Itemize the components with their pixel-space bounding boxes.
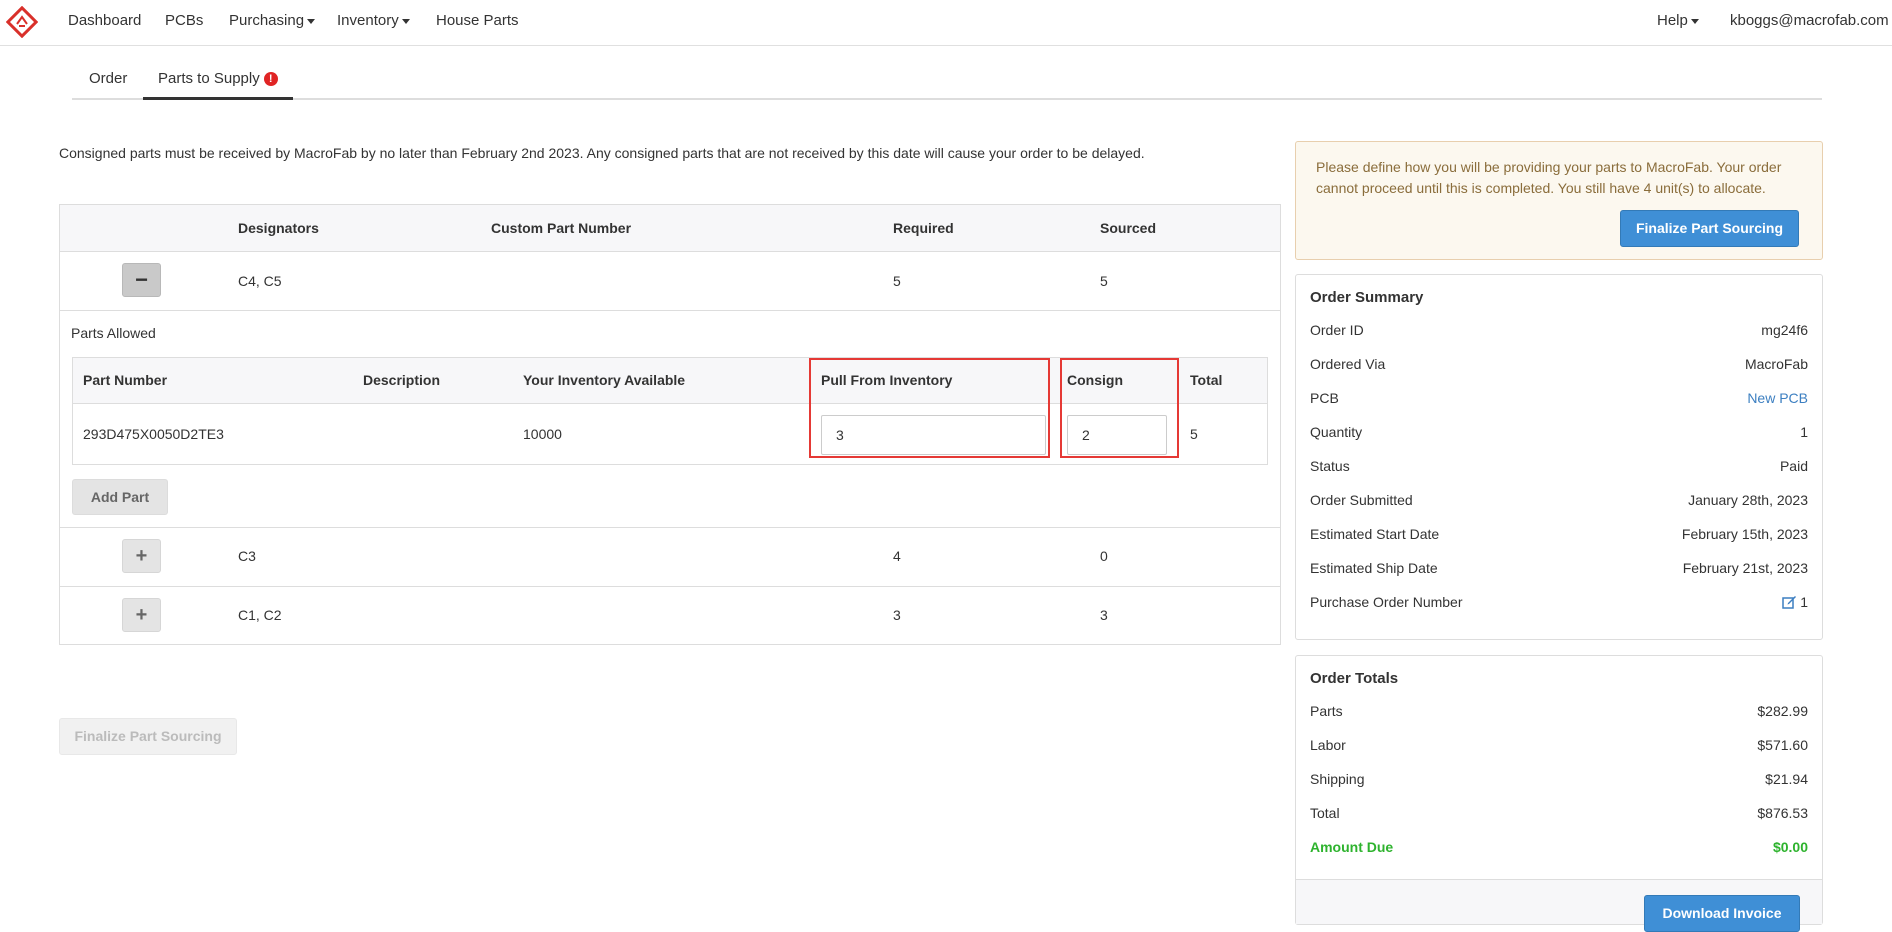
summary-key: Purchase Order Number [1310, 594, 1463, 610]
tab-parts-to-supply[interactable]: Parts to Supply! [143, 58, 293, 100]
quantity-value: 1 [1800, 424, 1808, 440]
expand-row-button[interactable]: + [122, 598, 161, 632]
row-sourced: 5 [1100, 273, 1108, 289]
plus-icon: + [136, 545, 148, 567]
row-required: 4 [893, 548, 901, 564]
po-number-value: 1 [1782, 594, 1808, 610]
nav-pcbs[interactable]: PCBs [165, 12, 203, 29]
order-summary-panel: Order Summary Order ID mg24f6 Ordered Vi… [1295, 274, 1823, 640]
order-summary-title: Order Summary [1310, 289, 1423, 306]
summary-key: Ordered Via [1310, 356, 1385, 372]
pcb-link[interactable]: New PCB [1747, 390, 1808, 406]
header-custom-part-number: Custom Part Number [491, 220, 631, 236]
row-required: 5 [893, 273, 901, 289]
row-designators: C4, C5 [238, 273, 282, 289]
totals-key: Parts [1310, 703, 1343, 719]
amount-due-value: $0.00 [1773, 839, 1808, 855]
order-submitted-value: January 28th, 2023 [1688, 492, 1808, 508]
download-invoice-button[interactable]: Download Invoice [1644, 895, 1800, 932]
row-sourced: 3 [1100, 607, 1108, 623]
finalize-part-sourcing-button[interactable]: Finalize Part Sourcing [1620, 210, 1799, 247]
row-sourced: 0 [1100, 548, 1108, 564]
amount-due-label: Amount Due [1310, 839, 1393, 855]
header-required: Required [893, 220, 954, 236]
order-totals-footer: Download Invoice [1296, 879, 1822, 924]
nav-purchasing-label: Purchasing [229, 12, 304, 29]
nav-user-label: kboggs@macrofab.com [1730, 12, 1889, 29]
collapse-row-button[interactable]: − [122, 263, 161, 297]
nav-help[interactable]: Help [1657, 12, 1699, 29]
tab-parts-to-supply-label: Parts to Supply [158, 70, 260, 87]
summary-key: Estimated Start Date [1310, 526, 1439, 542]
nav-dashboard[interactable]: Dashboard [68, 12, 141, 29]
inventory-available: 10000 [523, 426, 562, 442]
po-number-text: 1 [1800, 594, 1808, 610]
divider [60, 310, 1280, 311]
totals-key: Shipping [1310, 771, 1365, 787]
grand-total-value: $876.53 [1757, 805, 1808, 821]
divider [60, 586, 1280, 587]
caret-down-icon [307, 19, 315, 24]
tab-order[interactable]: Order [89, 70, 127, 87]
nav-inventory-label: Inventory [337, 12, 399, 29]
header-description: Description [363, 372, 440, 388]
header-total: Total [1190, 372, 1222, 388]
ordered-via-value: MacroFab [1745, 356, 1808, 372]
allocation-warning-text: Please define how you will be providing … [1316, 157, 1806, 199]
summary-key: PCB [1310, 390, 1339, 406]
minus-icon: − [135, 267, 148, 292]
macrofab-logo-icon[interactable] [6, 6, 38, 38]
row-designators: C1, C2 [238, 607, 282, 623]
header-part-number: Part Number [83, 372, 167, 388]
summary-key: Order Submitted [1310, 492, 1413, 508]
consign-highlight [1060, 358, 1179, 458]
row-required: 3 [893, 607, 901, 623]
start-date-value: February 15th, 2023 [1682, 526, 1808, 542]
summary-key: Estimated Ship Date [1310, 560, 1438, 576]
caret-down-icon [402, 19, 410, 24]
status-value: Paid [1780, 458, 1808, 474]
caret-down-icon [1691, 19, 1699, 24]
parts-table-header: Designators Custom Part Number Required … [60, 205, 1280, 252]
allocation-warning: Please define how you will be providing … [1295, 141, 1823, 260]
order-id-value: mg24f6 [1761, 322, 1808, 338]
nav-purchasing[interactable]: Purchasing [229, 12, 315, 29]
pull-from-inventory-highlight [809, 358, 1050, 458]
totals-key: Total [1310, 805, 1340, 821]
alert-icon: ! [264, 72, 278, 86]
add-part-button[interactable]: Add Part [72, 479, 168, 515]
order-totals-panel: Order Totals Parts $282.99 Labor $571.60… [1295, 655, 1823, 925]
nav-user-menu[interactable]: kboggs@macrofab.com [1730, 12, 1892, 29]
labor-total-value: $571.60 [1757, 737, 1808, 753]
summary-key: Order ID [1310, 322, 1364, 338]
ship-date-value: February 21st, 2023 [1683, 560, 1808, 576]
nav-inventory[interactable]: Inventory [337, 12, 410, 29]
summary-key: Status [1310, 458, 1350, 474]
order-tabs: Order Parts to Supply! [72, 58, 1822, 100]
totals-key: Labor [1310, 737, 1346, 753]
part-number: 293D475X0050D2TE3 [83, 426, 224, 442]
order-totals-title: Order Totals [1310, 670, 1398, 687]
edit-icon[interactable] [1782, 595, 1797, 609]
header-inventory-available: Your Inventory Available [523, 372, 685, 388]
summary-key: Quantity [1310, 424, 1362, 440]
header-sourced: Sourced [1100, 220, 1156, 236]
nav-house-parts[interactable]: House Parts [436, 12, 519, 29]
parts-allowed-label: Parts Allowed [71, 325, 156, 341]
expand-row-button[interactable]: + [122, 539, 161, 573]
top-navbar: Dashboard PCBs Purchasing Inventory Hous… [0, 0, 1892, 46]
row-designators: C3 [238, 548, 256, 564]
divider [60, 527, 1280, 528]
row-total: 5 [1190, 426, 1198, 442]
consignment-notice: Consigned parts must be received by Macr… [59, 145, 1145, 161]
finalize-part-sourcing-button-disabled: Finalize Part Sourcing [59, 718, 237, 755]
shipping-total-value: $21.94 [1765, 771, 1808, 787]
header-designators: Designators [238, 220, 319, 236]
plus-icon: + [136, 604, 148, 626]
nav-help-label: Help [1657, 12, 1688, 29]
parts-total-value: $282.99 [1757, 703, 1808, 719]
